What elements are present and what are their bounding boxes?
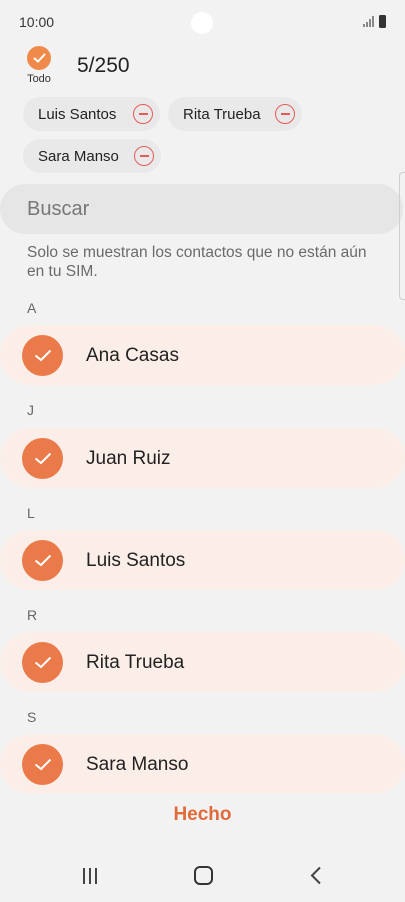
navigation-bar bbox=[0, 852, 405, 902]
section-letter: A bbox=[27, 300, 37, 316]
done-button[interactable]: Hecho bbox=[0, 804, 405, 834]
battery-icon bbox=[379, 15, 386, 28]
status-bar: 10:00 bbox=[0, 0, 405, 44]
selected-count: 5/250 bbox=[77, 54, 130, 77]
contact-name: Ana Casas bbox=[86, 345, 179, 366]
check-icon bbox=[22, 438, 63, 479]
chip-label: Rita Trueba bbox=[183, 105, 261, 123]
search-placeholder: Buscar bbox=[27, 197, 90, 220]
status-time: 10:00 bbox=[19, 14, 55, 30]
section-letter: S bbox=[27, 709, 37, 725]
contact-row[interactable]: Sara Manso bbox=[0, 734, 405, 794]
remove-icon[interactable] bbox=[133, 104, 153, 124]
contact-row[interactable]: Ana Casas bbox=[0, 325, 405, 385]
chip-sara-manso: Sara Manso bbox=[23, 139, 161, 173]
chip-rita-trueba: Rita Trueba bbox=[168, 97, 302, 131]
contact-row[interactable]: Luis Santos bbox=[0, 530, 405, 590]
home-icon[interactable] bbox=[194, 866, 213, 885]
check-icon bbox=[27, 46, 51, 70]
chip-luis-santos: Luis Santos bbox=[23, 97, 160, 131]
check-icon bbox=[22, 335, 63, 376]
chip-label: Sara Manso bbox=[38, 147, 119, 165]
chip-label: Luis Santos bbox=[38, 105, 117, 123]
contact-row[interactable]: Rita Trueba bbox=[0, 632, 405, 692]
signal-icon bbox=[363, 16, 374, 27]
check-icon bbox=[22, 540, 63, 581]
section-letter: R bbox=[27, 607, 38, 623]
section-letter: L bbox=[27, 505, 35, 521]
contact-name: Juan Ruiz bbox=[86, 448, 171, 469]
contact-name: Luis Santos bbox=[86, 550, 186, 571]
camera-cutout bbox=[191, 12, 213, 34]
back-icon[interactable] bbox=[309, 866, 323, 885]
contact-name: Rita Trueba bbox=[86, 652, 185, 673]
remove-icon[interactable] bbox=[134, 146, 154, 166]
section-letter: J bbox=[27, 402, 34, 418]
check-icon bbox=[22, 642, 63, 683]
check-icon bbox=[22, 744, 63, 785]
remove-icon[interactable] bbox=[275, 104, 295, 124]
recents-icon[interactable] bbox=[81, 868, 99, 884]
contact-row[interactable]: Juan Ruiz bbox=[0, 428, 405, 488]
contact-name: Sara Manso bbox=[86, 754, 189, 775]
search-input[interactable]: Buscar bbox=[0, 184, 403, 234]
info-text: Solo se muestran los contactos que no es… bbox=[27, 244, 367, 280]
select-all-checkbox[interactable]: Todo bbox=[22, 46, 56, 90]
select-all-label: Todo bbox=[27, 73, 51, 85]
scroll-handle[interactable] bbox=[399, 172, 405, 300]
